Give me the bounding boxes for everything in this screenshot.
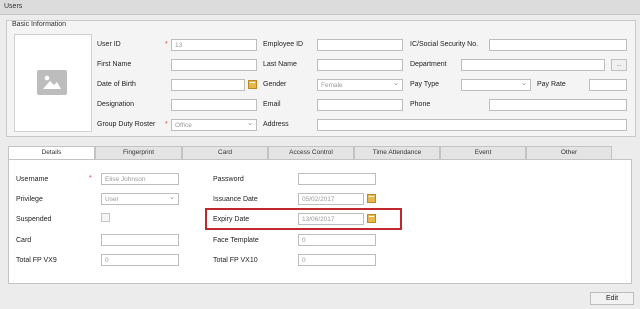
username-label: Username: [16, 176, 49, 183]
issuance-date-label: Issuance Date: [213, 196, 258, 203]
password-field[interactable]: [298, 173, 376, 185]
edit-button[interactable]: Edit: [590, 292, 634, 305]
ic-ssn-field[interactable]: [489, 39, 627, 51]
privilege-value: User: [105, 196, 119, 203]
tab-access-control[interactable]: Access Control: [268, 146, 354, 160]
expiry-date-highlight: [205, 208, 402, 230]
card-label: Card: [16, 237, 32, 244]
calendar-icon[interactable]: [367, 194, 376, 203]
tab-event[interactable]: Event: [440, 146, 526, 160]
last-name-label: Last Name: [263, 61, 297, 68]
first-name-label: First Name: [97, 61, 132, 68]
card-field[interactable]: [101, 234, 179, 246]
department-field[interactable]: [461, 59, 605, 71]
email-field[interactable]: [317, 99, 403, 111]
tab-card[interactable]: Card: [182, 146, 268, 160]
required-marker: *: [165, 121, 168, 128]
total-fp-vx9-field[interactable]: 0: [101, 254, 179, 266]
password-label: Password: [213, 176, 244, 183]
dob-label: Date of Birth: [97, 81, 136, 88]
tab-fingerprint[interactable]: Fingerprint: [95, 146, 182, 160]
designation-label: Designation: [97, 101, 134, 108]
image-placeholder-icon: [37, 70, 67, 95]
tab-other[interactable]: Other: [526, 146, 612, 160]
last-name-field[interactable]: [317, 59, 403, 71]
employee-id-field[interactable]: [317, 39, 403, 51]
designation-field[interactable]: [171, 99, 257, 111]
face-template-label: Face Template: [213, 237, 259, 244]
pay-type-label: Pay Type: [410, 81, 440, 88]
suspended-label: Suspended: [16, 216, 52, 223]
address-label: Address: [263, 121, 289, 128]
required-marker: *: [165, 41, 168, 48]
window-title: Users: [4, 3, 23, 10]
tab-details[interactable]: Details: [8, 146, 95, 160]
user-id-field[interactable]: 13: [171, 39, 257, 51]
ic-ssn-label: IC/Social Security No.: [410, 41, 479, 48]
dob-field[interactable]: [171, 79, 245, 91]
user-id-label: User ID: [97, 41, 121, 48]
department-browse-button[interactable]: ...: [611, 59, 627, 71]
gender-select[interactable]: Female: [317, 79, 403, 91]
pay-rate-label: Pay Rate: [537, 81, 566, 88]
first-name-field[interactable]: [171, 59, 257, 71]
user-photo[interactable]: [14, 34, 92, 132]
group-duty-roster-value: Office: [175, 122, 192, 129]
phone-label: Phone: [410, 101, 431, 108]
total-fp-vx10-field[interactable]: 0: [298, 254, 376, 266]
required-marker: *: [89, 175, 92, 182]
gender-value: Female: [321, 82, 343, 89]
window-titlebar: Users: [0, 0, 640, 15]
suspended-checkbox[interactable]: [101, 213, 110, 222]
tab-time-attendance[interactable]: Time Attendance: [354, 146, 440, 160]
basic-information-legend: Basic Information: [10, 21, 69, 28]
username-field[interactable]: Elise Johnson: [101, 173, 179, 185]
department-label: Department: [410, 61, 447, 68]
gender-label: Gender: [263, 81, 287, 88]
total-fp-vx10-label: Total FP VX10: [213, 257, 258, 264]
privilege-select[interactable]: User: [101, 193, 179, 205]
group-duty-roster-label: Group Duty Roster: [97, 121, 156, 128]
tab-strip: Details Fingerprint Card Access Control …: [8, 146, 612, 160]
pay-type-select[interactable]: [461, 79, 531, 91]
phone-field[interactable]: [489, 99, 627, 111]
issuance-date-field[interactable]: 05/02/2017: [298, 193, 364, 205]
total-fp-vx9-label: Total FP VX9: [16, 257, 57, 264]
group-duty-roster-select[interactable]: Office: [171, 119, 257, 131]
pay-rate-field[interactable]: [589, 79, 627, 91]
email-label: Email: [263, 101, 281, 108]
employee-id-label: Employee ID: [263, 41, 304, 48]
privilege-label: Privilege: [16, 196, 43, 203]
calendar-icon[interactable]: [248, 80, 257, 89]
address-field[interactable]: [317, 119, 627, 131]
face-template-field[interactable]: 0: [298, 234, 376, 246]
